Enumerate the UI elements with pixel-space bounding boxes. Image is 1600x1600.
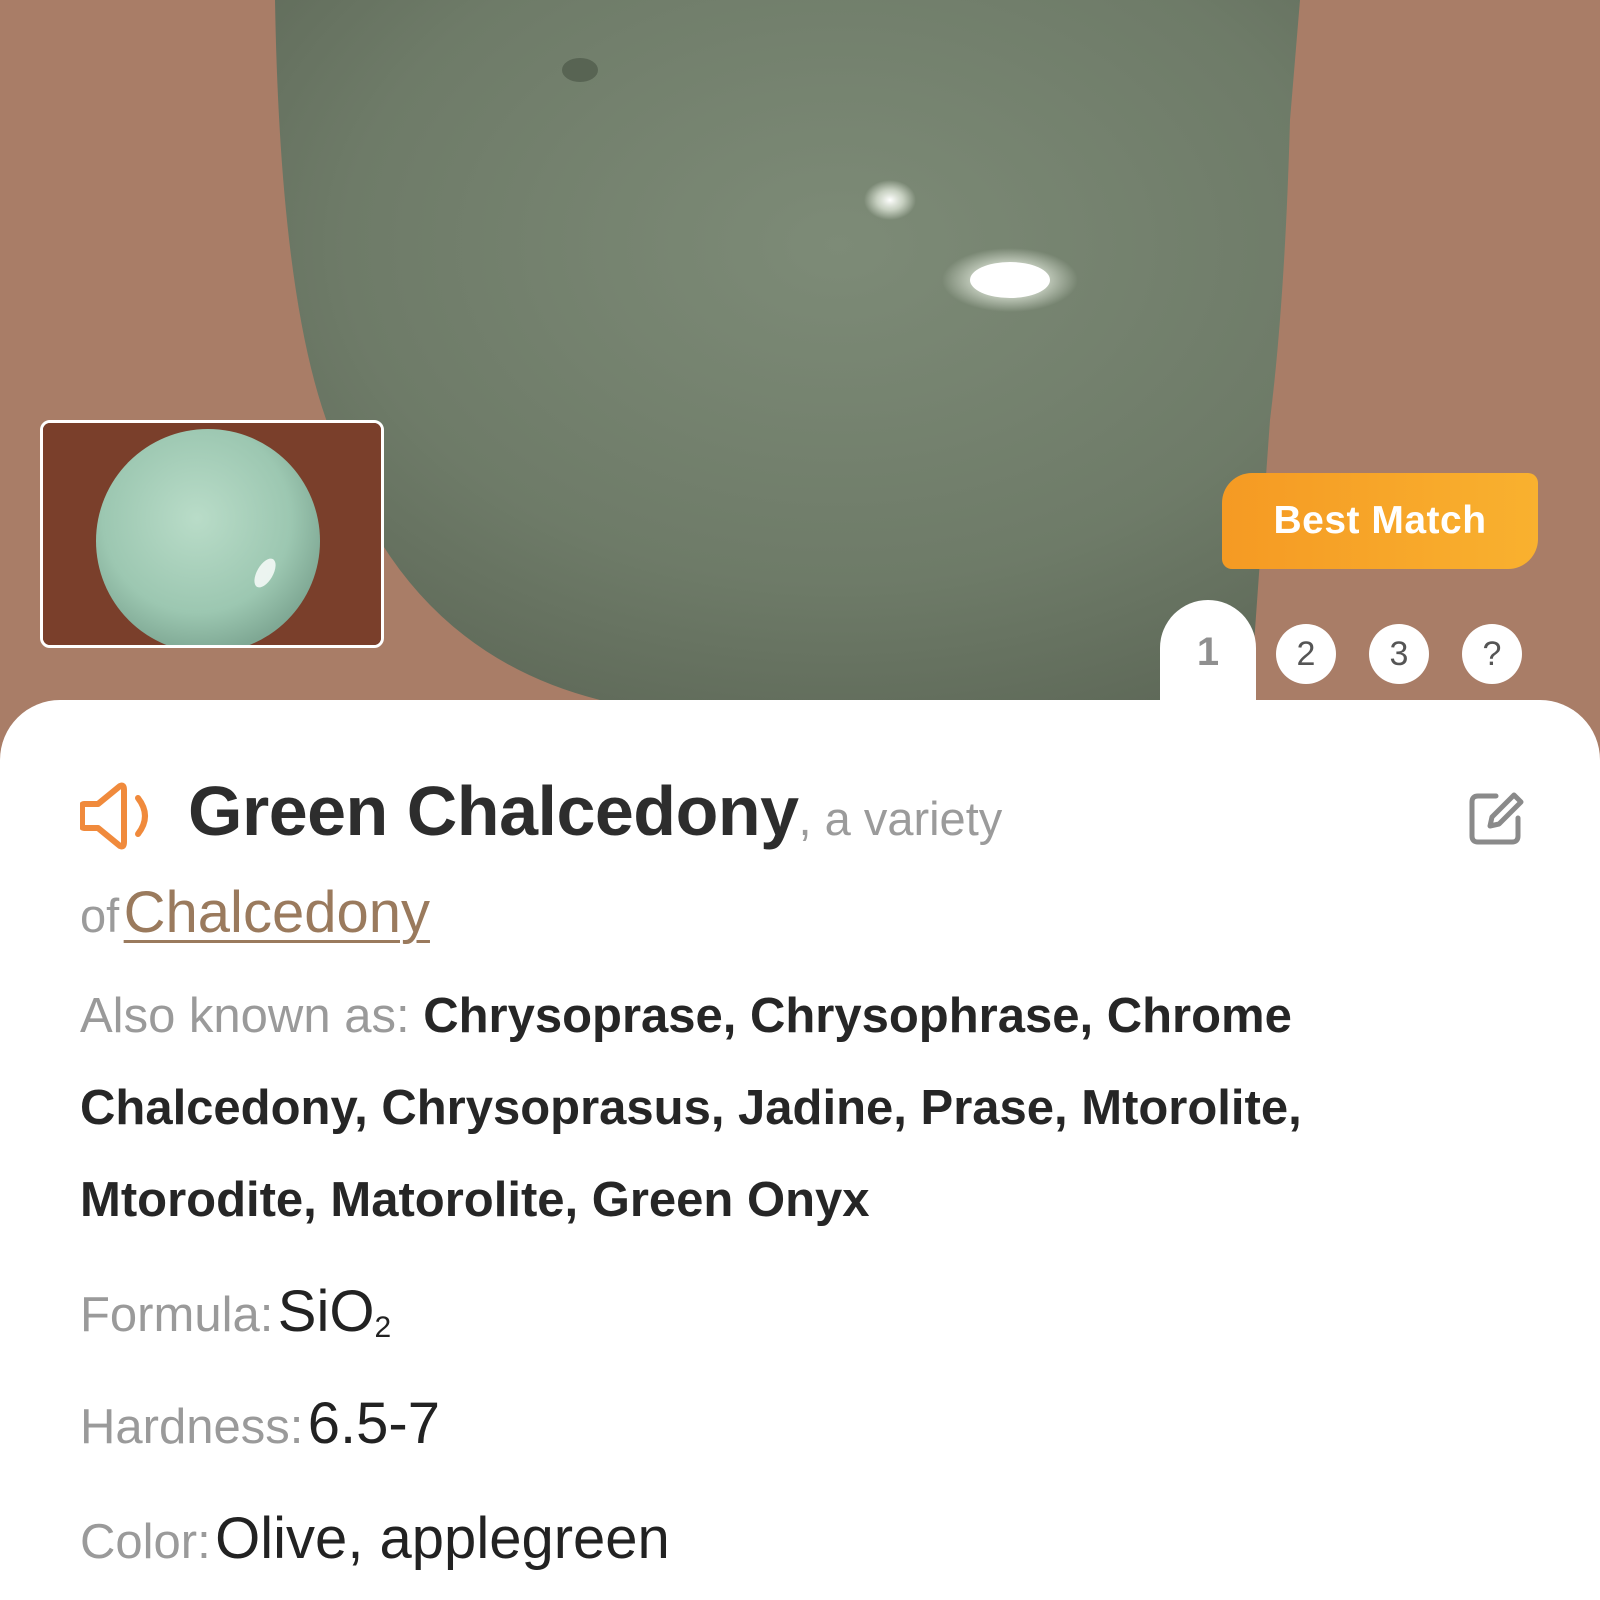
parent-mineral-link[interactable]: Chalcedony <box>124 880 430 945</box>
tab-2[interactable]: 2 <box>1276 624 1336 684</box>
hardness-value: 6.5-7 <box>307 1391 440 1456</box>
hardness-label: Hardness: <box>80 1400 304 1454</box>
thumbnail-image[interactable] <box>40 420 384 648</box>
color-value: Olive, applegreen <box>215 1506 670 1571</box>
aka-label: Also known as: <box>80 989 410 1043</box>
tab-3[interactable]: 3 <box>1369 624 1429 684</box>
mineral-name: Green Chalcedony <box>188 772 799 850</box>
hardness-row: Hardness: 6.5-7 <box>80 1390 1520 1457</box>
result-title: Green Chalcedony, a variety of Chalcedon… <box>80 770 1410 969</box>
also-known-as-row: Also known as: Chrysoprase, Chrysophrase… <box>80 970 1520 1246</box>
color-label: Color: <box>80 1515 211 1569</box>
variety-text: , a variety <box>798 792 1003 845</box>
best-match-badge: Best Match <box>1222 473 1538 569</box>
formula-value: SiO2 <box>277 1279 392 1344</box>
specimen-photo: Best Match <box>0 0 1600 760</box>
formula-row: Formula: SiO2 <box>80 1278 1520 1345</box>
of-text: of <box>80 889 120 942</box>
color-row: Color: Olive, applegreen <box>80 1505 1520 1572</box>
tab-unknown[interactable]: ? <box>1462 624 1522 684</box>
tab-1-label: 1 <box>1196 629 1220 674</box>
edit-icon[interactable] <box>1466 790 1524 848</box>
formula-label: Formula: <box>80 1288 274 1342</box>
